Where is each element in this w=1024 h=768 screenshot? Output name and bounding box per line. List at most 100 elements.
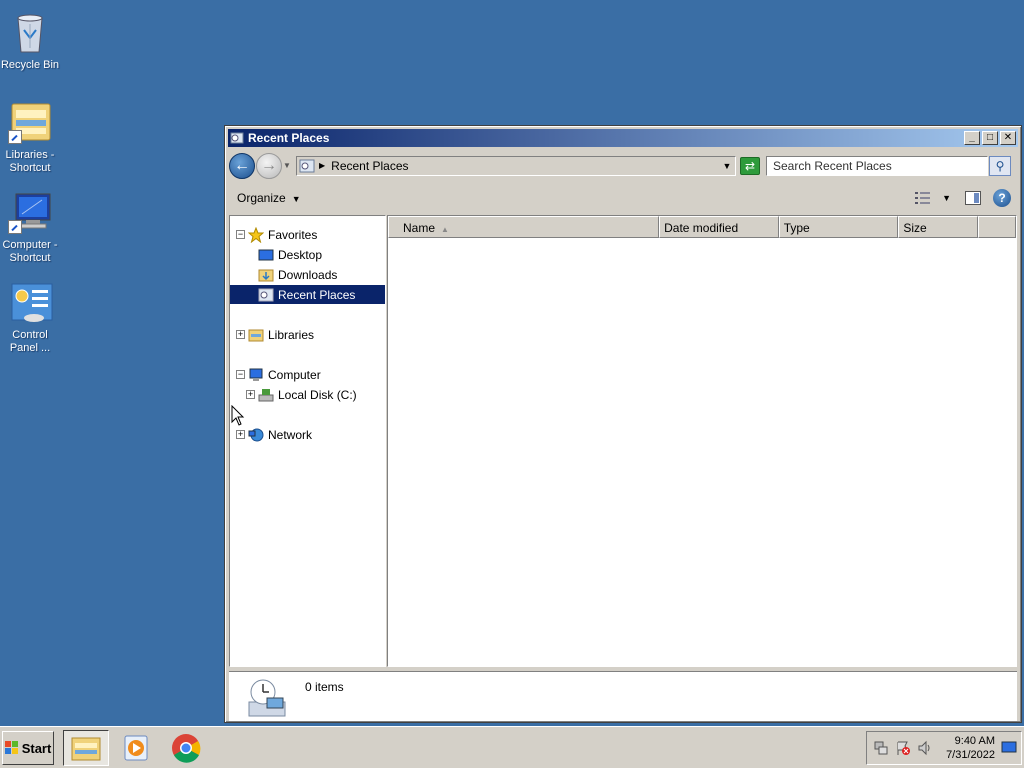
close-button[interactable]: ✕	[1000, 131, 1016, 145]
explorer-window: Recent Places _ □ ✕ ← → ▼ ▶ Recent Place…	[224, 125, 1022, 723]
column-header-size[interactable]: Size	[898, 216, 979, 238]
refresh-button[interactable]: ⇄	[740, 156, 760, 175]
tree-item-downloads[interactable]: Downloads	[230, 265, 385, 284]
star-icon	[247, 226, 265, 243]
taskbar-file-explorer[interactable]	[63, 730, 109, 766]
search-input[interactable]: Search Recent Places	[766, 155, 988, 176]
address-dropdown-icon[interactable]: ▼	[719, 161, 735, 171]
column-label: Date modified	[664, 221, 739, 235]
collapse-icon[interactable]: −	[236, 230, 245, 239]
forward-button[interactable]: →	[256, 152, 282, 179]
views-icon[interactable]	[914, 191, 932, 205]
minimize-button[interactable]: _	[964, 131, 980, 145]
shortcut-arrow-icon	[8, 130, 22, 144]
show-desktop-icon[interactable]	[1001, 741, 1017, 755]
breadcrumb-separator[interactable]: ▶	[319, 161, 325, 170]
column-header-row: Name ▲ Date modified Type Size	[388, 216, 1016, 238]
views-dropdown-icon[interactable]: ▼	[942, 193, 951, 203]
computer-icon	[248, 367, 264, 383]
tree-item-network[interactable]: + Network	[230, 425, 385, 444]
column-label: Type	[783, 221, 810, 235]
desktop-icon-control-panel[interactable]: Control Panel ...	[0, 278, 60, 355]
file-list-pane[interactable]: Name ▲ Date modified Type Size	[387, 215, 1017, 667]
expand-icon[interactable]: +	[236, 430, 245, 439]
expand-icon[interactable]: +	[236, 330, 245, 339]
column-label: Name	[403, 221, 436, 235]
recycle-bin-label: Recycle Bin	[0, 59, 60, 71]
start-label: Start	[21, 740, 52, 756]
file-explorer-icon	[71, 737, 101, 761]
computer-icon	[6, 188, 54, 236]
tree-item-computer[interactable]: − Computer	[230, 365, 385, 384]
tree-item-desktop[interactable]: Desktop	[230, 245, 385, 264]
network-tray-icon[interactable]	[873, 740, 889, 756]
recent-places-icon	[299, 159, 315, 172]
clock-time: 9:40 AM	[954, 735, 995, 747]
downloads-folder-icon	[258, 267, 274, 283]
item-count: 0 items	[305, 680, 344, 694]
start-button[interactable]: Start	[2, 731, 54, 765]
help-icon[interactable]: ?	[993, 189, 1011, 207]
collapse-icon[interactable]: −	[236, 370, 245, 379]
sort-arrow-icon: ▲	[441, 225, 449, 234]
maximize-button[interactable]: □	[982, 131, 998, 145]
clock[interactable]: 9:40 AM 7/31/2022	[943, 734, 995, 762]
taskbar-chrome[interactable]	[163, 730, 209, 766]
computer-shortcut-label: Computer - Shortcut	[2, 239, 58, 264]
forward-arrow-icon: →	[261, 156, 277, 174]
tree-item-libraries[interactable]: + Libraries	[230, 325, 385, 344]
tree-label: Favorites	[268, 227, 318, 242]
desktop-icon-libraries[interactable]: Libraries - Shortcut	[0, 98, 60, 175]
tree-item-favorites[interactable]: − Favorites	[230, 225, 385, 244]
address-text[interactable]: Recent Places	[331, 159, 719, 173]
control-panel-label: Control Panel ...	[9, 329, 51, 354]
column-header-date-modified[interactable]: Date modified	[659, 216, 779, 238]
organize-menu[interactable]: Organize ▼	[229, 191, 309, 205]
libraries-icon	[248, 327, 264, 343]
column-label: Size	[903, 221, 927, 235]
chevron-down-icon: ▼	[291, 194, 301, 204]
organize-label: Organize	[237, 191, 286, 205]
tree-item-recent-places[interactable]: Recent Places	[230, 285, 385, 304]
column-header-type[interactable]: Type	[778, 216, 899, 238]
desktop-icon	[258, 247, 274, 263]
address-field[interactable]: ▶ Recent Places ▼	[296, 155, 736, 176]
taskbar-media-player[interactable]	[113, 730, 159, 766]
expand-icon[interactable]: +	[246, 390, 255, 399]
libraries-shortcut-label: Libraries - Shortcut	[5, 149, 55, 174]
volume-icon[interactable]	[917, 740, 933, 756]
back-button[interactable]: ←	[229, 152, 255, 179]
desktop-icon-computer[interactable]: Computer - Shortcut	[0, 188, 60, 265]
tree-item-local-disk[interactable]: + Local Disk (C:)	[230, 385, 385, 404]
tree-label: Libraries	[268, 327, 315, 342]
recent-pages-dropdown[interactable]: ▼	[283, 161, 293, 170]
tree-label: Computer	[268, 367, 321, 382]
preview-pane-icon[interactable]	[965, 191, 981, 205]
chrome-icon	[172, 734, 201, 763]
control-panel-icon	[6, 278, 54, 326]
libraries-icon	[6, 98, 54, 146]
mouse-cursor-icon	[231, 405, 245, 426]
recycle-bin-icon	[6, 8, 54, 56]
tree-label: Local Disk (C:)	[278, 387, 357, 402]
column-header-name[interactable]: Name ▲	[388, 216, 660, 238]
clock-date: 7/31/2022	[946, 749, 995, 761]
recent-places-large-icon	[248, 679, 286, 717]
tree-label: Recent Places	[278, 287, 356, 302]
refresh-icon: ⇄	[744, 158, 756, 173]
shortcut-arrow-icon	[8, 220, 22, 234]
taskbar: Start 9:40 AM 7/31/2022	[0, 726, 1024, 768]
media-player-icon	[124, 735, 148, 761]
command-bar: Organize ▼ ▼ ?	[229, 185, 1017, 211]
window-title: Recent Places	[248, 131, 330, 145]
system-tray: 9:40 AM 7/31/2022	[866, 731, 1022, 765]
title-bar[interactable]: Recent Places _ □ ✕	[228, 129, 1018, 147]
search-button[interactable]: ⚲	[989, 155, 1011, 176]
back-arrow-icon: ←	[234, 156, 250, 174]
action-center-flag-icon[interactable]	[895, 740, 911, 756]
desktop-icon-recycle-bin[interactable]: Recycle Bin	[0, 8, 60, 72]
windows-logo-icon	[4, 741, 18, 754]
tree-label: Desktop	[278, 247, 323, 262]
recent-places-icon	[258, 287, 274, 303]
tree-label: Downloads	[278, 267, 338, 282]
